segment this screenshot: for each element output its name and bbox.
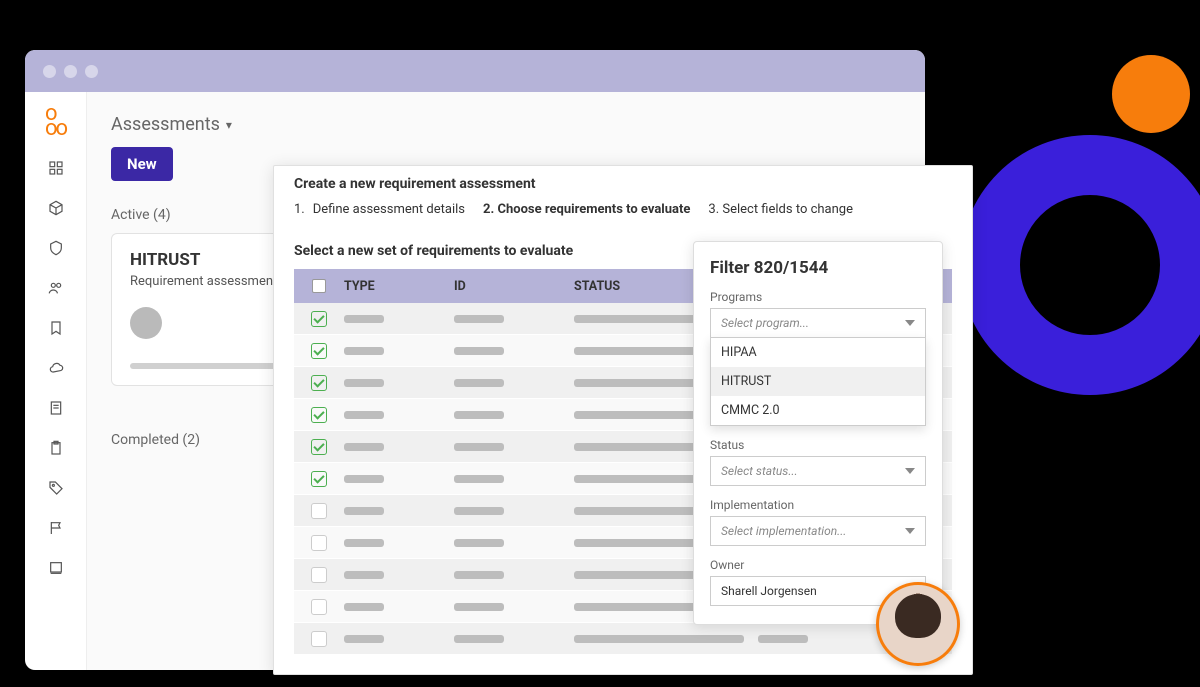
row-checkbox[interactable]: [311, 503, 327, 519]
chevron-down-icon: [905, 528, 915, 534]
page-title: Assessments: [111, 114, 220, 135]
bookmark-icon[interactable]: [47, 319, 65, 337]
col-type: TYPE: [344, 279, 454, 294]
col-id: ID: [454, 279, 574, 294]
implementation-placeholder: Select implementation...: [721, 524, 846, 538]
placeholder: [344, 475, 384, 483]
placeholder: [454, 539, 504, 547]
programs-select[interactable]: Select program...: [710, 308, 926, 338]
programs-dropdown: HIPAA HITRUST CMMC 2.0: [710, 337, 926, 426]
chevron-down-icon: [905, 468, 915, 474]
new-button[interactable]: New: [111, 147, 173, 181]
owner-label: Owner: [710, 558, 926, 572]
placeholder: [758, 635, 808, 643]
report-icon[interactable]: [47, 559, 65, 577]
program-option[interactable]: CMMC 2.0: [711, 396, 925, 425]
window-dot: [64, 65, 77, 78]
wizard-steps: 1.Define assessment details 2. Choose re…: [294, 202, 952, 217]
select-all-checkbox[interactable]: [312, 279, 326, 293]
placeholder: [344, 539, 384, 547]
row-checkbox[interactable]: [311, 343, 327, 359]
row-checkbox[interactable]: [311, 471, 327, 487]
placeholder: [344, 603, 384, 611]
document-icon[interactable]: [47, 399, 65, 417]
decorative-dot: [1112, 55, 1190, 133]
placeholder: [344, 347, 384, 355]
step-3[interactable]: 3. Select fields to change: [708, 202, 853, 217]
shield-icon[interactable]: [47, 239, 65, 257]
row-checkbox[interactable]: [311, 375, 327, 391]
row-checkbox[interactable]: [311, 535, 327, 551]
placeholder: [454, 315, 504, 323]
dashboard-icon[interactable]: [47, 159, 65, 177]
placeholder: [454, 379, 504, 387]
placeholder: [344, 635, 384, 643]
status-select[interactable]: Select status...: [710, 456, 926, 486]
row-checkbox[interactable]: [311, 567, 327, 583]
filter-panel: Filter 820/1544 Programs Select program.…: [693, 241, 943, 625]
placeholder: [454, 475, 504, 483]
status-placeholder: Select status...: [721, 464, 798, 478]
step-1[interactable]: 1.Define assessment details: [294, 202, 465, 217]
window-titlebar: [25, 50, 925, 92]
chevron-down-icon: ▾: [226, 118, 232, 132]
filter-title: Filter 820/1544: [710, 258, 926, 278]
row-checkbox[interactable]: [311, 631, 327, 647]
placeholder: [454, 347, 504, 355]
placeholder: [344, 379, 384, 387]
row-checkbox[interactable]: [311, 407, 327, 423]
placeholder: [574, 635, 744, 643]
placeholder: [344, 411, 384, 419]
page-title-dropdown[interactable]: Assessments ▾: [111, 114, 901, 135]
window-dot: [85, 65, 98, 78]
step-2[interactable]: 2. Choose requirements to evaluate: [483, 202, 690, 217]
placeholder: [344, 571, 384, 579]
flag-icon[interactable]: [47, 519, 65, 537]
users-icon[interactable]: [47, 279, 65, 297]
status-label: Status: [710, 438, 926, 452]
programs-placeholder: Select program...: [721, 316, 809, 330]
window-dot: [43, 65, 56, 78]
placeholder: [344, 443, 384, 451]
placeholder: [454, 411, 504, 419]
placeholder: [344, 507, 384, 515]
nav-rail: ooo: [25, 92, 87, 670]
placeholder: [454, 603, 504, 611]
app-logo: ooo: [45, 106, 66, 137]
cloud-icon[interactable]: [47, 359, 65, 377]
card-avatar: [130, 307, 162, 339]
placeholder: [454, 635, 504, 643]
row-checkbox[interactable]: [311, 311, 327, 327]
programs-label: Programs: [710, 290, 926, 304]
clipboard-icon[interactable]: [47, 439, 65, 457]
decorative-ring: [960, 135, 1200, 395]
row-checkbox[interactable]: [311, 599, 327, 615]
dialog-title: Create a new requirement assessment: [294, 176, 952, 192]
placeholder: [344, 315, 384, 323]
tag-icon[interactable]: [47, 479, 65, 497]
row-checkbox[interactable]: [311, 439, 327, 455]
program-option[interactable]: HITRUST: [711, 367, 925, 396]
program-option[interactable]: HIPAA: [711, 338, 925, 367]
implementation-label: Implementation: [710, 498, 926, 512]
chevron-down-icon: [905, 320, 915, 326]
table-row[interactable]: [294, 623, 952, 655]
placeholder: [454, 443, 504, 451]
package-icon[interactable]: [47, 199, 65, 217]
owner-avatar: [876, 582, 960, 666]
placeholder: [454, 571, 504, 579]
implementation-select[interactable]: Select implementation...: [710, 516, 926, 546]
placeholder: [454, 507, 504, 515]
